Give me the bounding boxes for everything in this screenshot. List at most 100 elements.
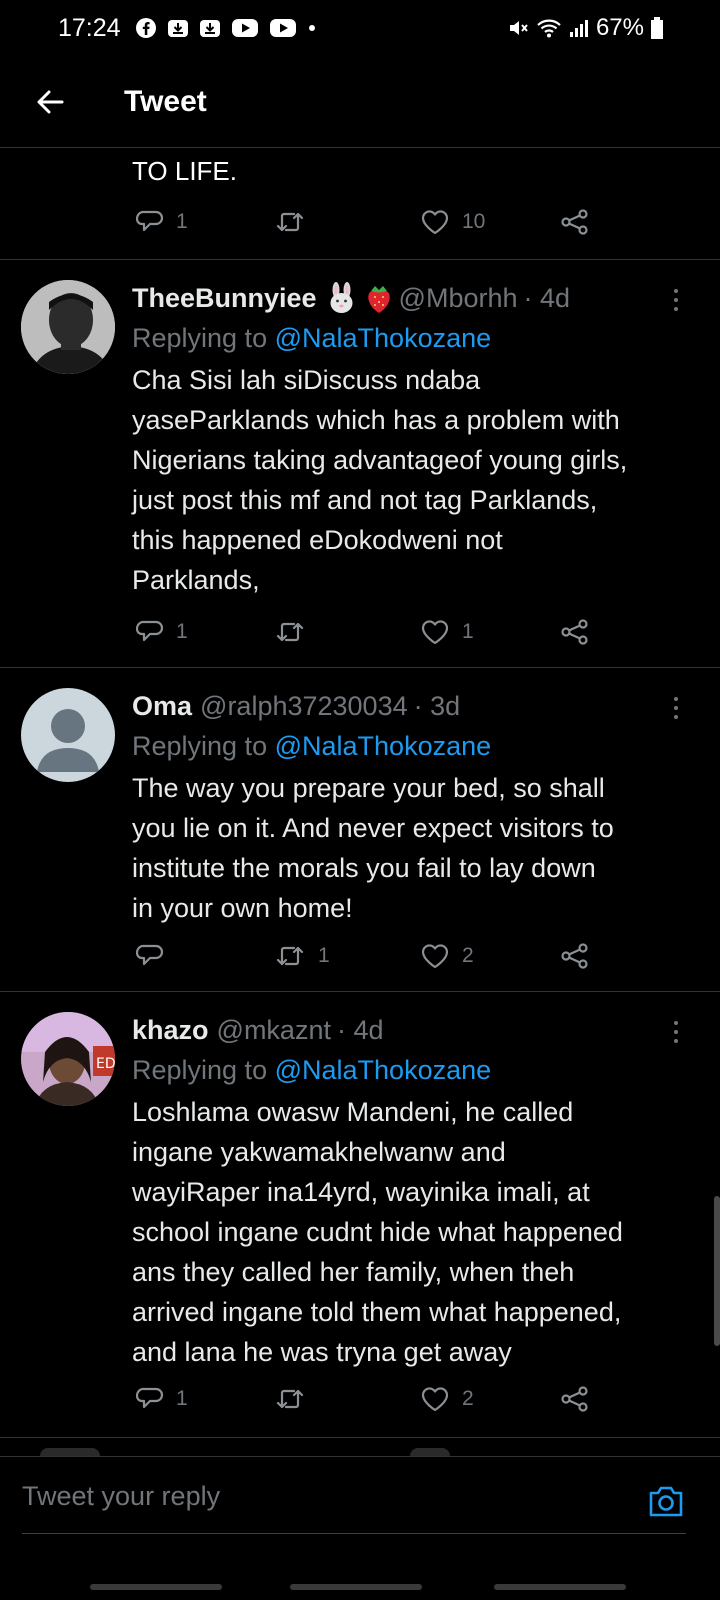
replying-to: Replying to @NalaThokozane: [132, 726, 702, 766]
replying-label: Replying to: [132, 1055, 268, 1085]
system-nav-bar: [0, 1560, 720, 1600]
heart-icon: [421, 620, 449, 645]
like-count: 2: [462, 1387, 474, 1410]
retweet-icon: [276, 946, 304, 966]
reply-input[interactable]: Tweet your reply: [22, 1481, 220, 1512]
tweet-text-line: this happened eDokodweni not: [132, 525, 503, 555]
avatar[interactable]: [21, 688, 115, 782]
reply-icon: [136, 620, 164, 642]
status-left: 17:24: [58, 14, 317, 43]
tweet-time: · 4d: [336, 1015, 384, 1045]
user-handle[interactable]: @ralph37230034: [200, 686, 408, 726]
tweet-card[interactable]: ED khazo @mkaznt · 4d Replying to @NalaT…: [0, 992, 720, 1438]
next-tweet-avatar-partial: [40, 1448, 100, 1456]
reply-count: 1: [176, 210, 188, 233]
tweet-text-line: The way you prepare your bed, so shall: [132, 773, 605, 803]
retweet-count: 1: [318, 944, 330, 967]
replying-to: Replying to @NalaThokozane: [132, 318, 702, 358]
page-title: Tweet: [124, 84, 207, 118]
tweet-text-line: in your own home!: [132, 893, 353, 923]
display-name[interactable]: khazo: [132, 1010, 209, 1050]
scrollbar[interactable]: [714, 1196, 720, 1346]
tweet-text: Loshlama owasw Mandeni, he called ingane…: [132, 1092, 702, 1372]
like-button[interactable]: 2: [420, 1385, 474, 1413]
tweet-text-line: and lana he was tryna get away: [132, 1337, 512, 1367]
more-options-button[interactable]: [664, 1014, 688, 1050]
retweet-button[interactable]: [274, 1385, 318, 1413]
share-button[interactable]: [560, 618, 590, 646]
retweet-button[interactable]: [274, 208, 318, 236]
retweet-button[interactable]: 1: [274, 942, 330, 970]
tweet-text-line: Parklands,: [132, 565, 260, 595]
display-name[interactable]: Oma: [132, 686, 192, 726]
like-button[interactable]: 10: [420, 208, 485, 236]
tweet-text-line: wayiRaper ina14yrd, wayinika imali, at: [132, 1177, 590, 1207]
reply-composer: Tweet your reply: [0, 1456, 720, 1560]
retweet-icon: [276, 212, 304, 232]
replying-to-link[interactable]: @NalaThokozane: [275, 323, 492, 353]
display-name[interactable]: TheeBunnyiee: [132, 278, 317, 318]
nav-recents-button[interactable]: [90, 1584, 222, 1590]
more-options-button[interactable]: [664, 282, 688, 318]
strawberry-emoji: [363, 281, 395, 315]
more-options-button[interactable]: [664, 690, 688, 726]
share-icon: [561, 619, 588, 645]
mute-icon: [506, 16, 530, 40]
camera-icon: [649, 1486, 683, 1517]
avatar[interactable]: [21, 280, 115, 374]
previous-tweet[interactable]: TO LIFE. 1 10: [0, 148, 720, 260]
tweet-time: · 3d: [413, 691, 461, 721]
signal-icon: [568, 17, 590, 39]
nav-back-button[interactable]: [494, 1584, 626, 1590]
like-count: 10: [462, 210, 486, 233]
user-handle[interactable]: @mkaznt: [217, 1010, 331, 1050]
top-app-bar: Tweet: [0, 56, 720, 148]
retweet-button[interactable]: [274, 618, 318, 646]
reply-button[interactable]: 1: [136, 618, 188, 646]
replying-to-link[interactable]: @NalaThokozane: [275, 731, 492, 761]
battery-icon: [650, 16, 664, 40]
share-button[interactable]: [560, 1385, 590, 1413]
camera-button[interactable]: [646, 1481, 686, 1521]
share-button[interactable]: [560, 208, 590, 236]
tweet-text-line: institute the morals you fail to lay dow…: [132, 853, 596, 883]
replying-to: Replying to @NalaThokozane: [132, 1050, 702, 1090]
reply-button[interactable]: 1: [136, 1385, 188, 1413]
next-tweet-avatar-partial: [410, 1448, 450, 1456]
like-button[interactable]: 1: [420, 618, 474, 646]
back-button[interactable]: [24, 76, 76, 128]
like-count: 2: [462, 944, 474, 967]
download-icon: [167, 17, 189, 39]
tweet-actions: 1 2: [132, 936, 612, 976]
rabbit-emoji: [325, 281, 359, 315]
tweet-body: khazo @mkaznt · 4d Replying to @NalaThok…: [132, 1010, 702, 1372]
replying-label: Replying to: [132, 323, 268, 353]
reply-button[interactable]: 1: [136, 208, 188, 236]
replying-label: Replying to: [132, 731, 268, 761]
tweet-actions: 1 10: [132, 202, 612, 242]
heart-icon: [421, 1387, 449, 1412]
tweet-header: TheeBunnyiee @Mborhh · 4d: [132, 278, 702, 318]
tweet-actions: 1 1: [132, 612, 612, 652]
like-button[interactable]: 2: [420, 942, 474, 970]
heart-icon: [421, 944, 449, 969]
share-button[interactable]: [560, 942, 590, 970]
reply-button[interactable]: [136, 942, 176, 970]
reply-icon: [136, 1387, 164, 1409]
tweet-card[interactable]: TheeBunnyiee @Mborhh · 4d Replying to @N…: [0, 260, 720, 668]
share-icon: [561, 943, 588, 969]
heart-icon: [421, 210, 449, 235]
nav-home-button[interactable]: [290, 1584, 422, 1590]
avatar[interactable]: ED: [21, 1012, 115, 1106]
arrow-left-icon: [37, 90, 64, 113]
tweet-card[interactable]: Oma @ralph37230034 · 3d Replying to @Nal…: [0, 668, 720, 992]
retweet-icon: [276, 1389, 304, 1409]
svg-text:ED: ED: [96, 1056, 115, 1072]
tweet-text-line: just post this mf and not tag Parklands,: [132, 485, 598, 515]
reply-count: 1: [176, 1387, 188, 1410]
replying-to-link[interactable]: @NalaThokozane: [275, 1055, 492, 1085]
tweet-text: Cha Sisi lah siDiscuss ndaba yaseParklan…: [132, 360, 702, 600]
tweet-body: Oma @ralph37230034 · 3d Replying to @Nal…: [132, 686, 702, 928]
user-handle[interactable]: @Mborhh: [399, 278, 518, 318]
share-icon: [561, 209, 588, 235]
